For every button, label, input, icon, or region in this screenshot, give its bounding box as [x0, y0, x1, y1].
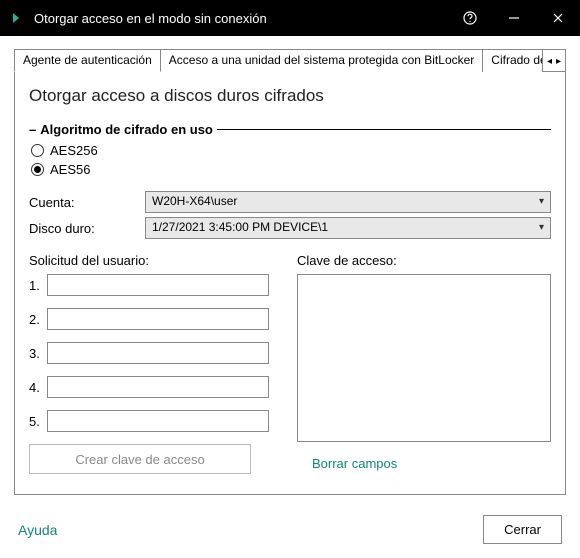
- title-bar: Otorgar acceso en el modo sin conexión: [0, 0, 580, 36]
- clear-fields-button[interactable]: Borrar campos: [297, 448, 412, 478]
- radio-label: AES256: [50, 143, 98, 158]
- request-num: 5.: [29, 414, 47, 429]
- radio-icon: [31, 163, 44, 176]
- minimize-button[interactable]: [492, 0, 536, 36]
- disk-label: Disco duro:: [29, 221, 145, 236]
- create-key-button[interactable]: Crear clave de acceso: [29, 444, 251, 474]
- request-input-3[interactable]: [47, 342, 269, 364]
- radio-icon: [31, 144, 44, 157]
- group-dash: –: [29, 122, 36, 137]
- group-header: – Algoritmo de cifrado en uso: [29, 122, 551, 137]
- window-title: Otorgar acceso en el modo sin conexión: [34, 11, 448, 26]
- group-title: Algoritmo de cifrado en uso: [40, 122, 213, 137]
- chevron-down-icon: ▾: [539, 222, 544, 233]
- tab-bar: Agente de autenticación Acceso a una uni…: [14, 48, 566, 72]
- request-num: 2.: [29, 312, 47, 327]
- request-label: Solicitud del usuario:: [29, 253, 269, 268]
- chevron-down-icon: ▾: [539, 196, 544, 207]
- request-input-4[interactable]: [47, 376, 269, 398]
- request-input-2[interactable]: [47, 308, 269, 330]
- group-rule: [217, 129, 551, 130]
- page-title: Otorgar acceso a discos duros cifrados: [29, 86, 551, 106]
- request-num: 1.: [29, 278, 47, 293]
- app-logo-icon: [10, 10, 26, 26]
- disk-select[interactable]: 1/27/2021 3:45:00 PM DEVICE\1 ▾: [145, 217, 551, 239]
- account-label: Cuenta:: [29, 195, 145, 210]
- radio-label: AES56: [50, 162, 90, 177]
- radio-aes256[interactable]: AES256: [31, 143, 551, 158]
- account-value: W20H-X64\user: [152, 194, 237, 208]
- close-button[interactable]: [536, 0, 580, 36]
- key-label: Clave de acceso:: [297, 253, 551, 268]
- request-input-5[interactable]: [47, 410, 269, 432]
- request-num: 4.: [29, 380, 47, 395]
- tab-scroll-right-icon[interactable]: ▸: [554, 56, 563, 67]
- tab-auth-agent[interactable]: Agente de autenticación: [14, 49, 161, 72]
- tab-panel: Otorgar acceso a discos duros cifrados –…: [14, 72, 566, 495]
- tab-scroll-left-icon[interactable]: ◂: [545, 56, 554, 67]
- tab-data-encryption[interactable]: Cifrado de dat: [482, 49, 543, 72]
- access-key-textarea[interactable]: [297, 274, 551, 442]
- help-icon[interactable]: [448, 0, 492, 36]
- radio-aes56[interactable]: AES56: [31, 162, 551, 177]
- disk-value: 1/27/2021 3:45:00 PM DEVICE\1: [152, 220, 328, 234]
- footer: Ayuda Cerrar: [0, 505, 580, 558]
- request-input-1[interactable]: [47, 274, 269, 296]
- tab-bitlocker[interactable]: Acceso a una unidad del sistema protegid…: [160, 49, 484, 72]
- radio-group: AES256 AES56: [31, 143, 551, 177]
- tab-scroll[interactable]: ◂ ▸: [542, 49, 566, 72]
- account-select[interactable]: W20H-X64\user ▾: [145, 191, 551, 213]
- request-num: 3.: [29, 346, 47, 361]
- close-dialog-button[interactable]: Cerrar: [483, 515, 562, 544]
